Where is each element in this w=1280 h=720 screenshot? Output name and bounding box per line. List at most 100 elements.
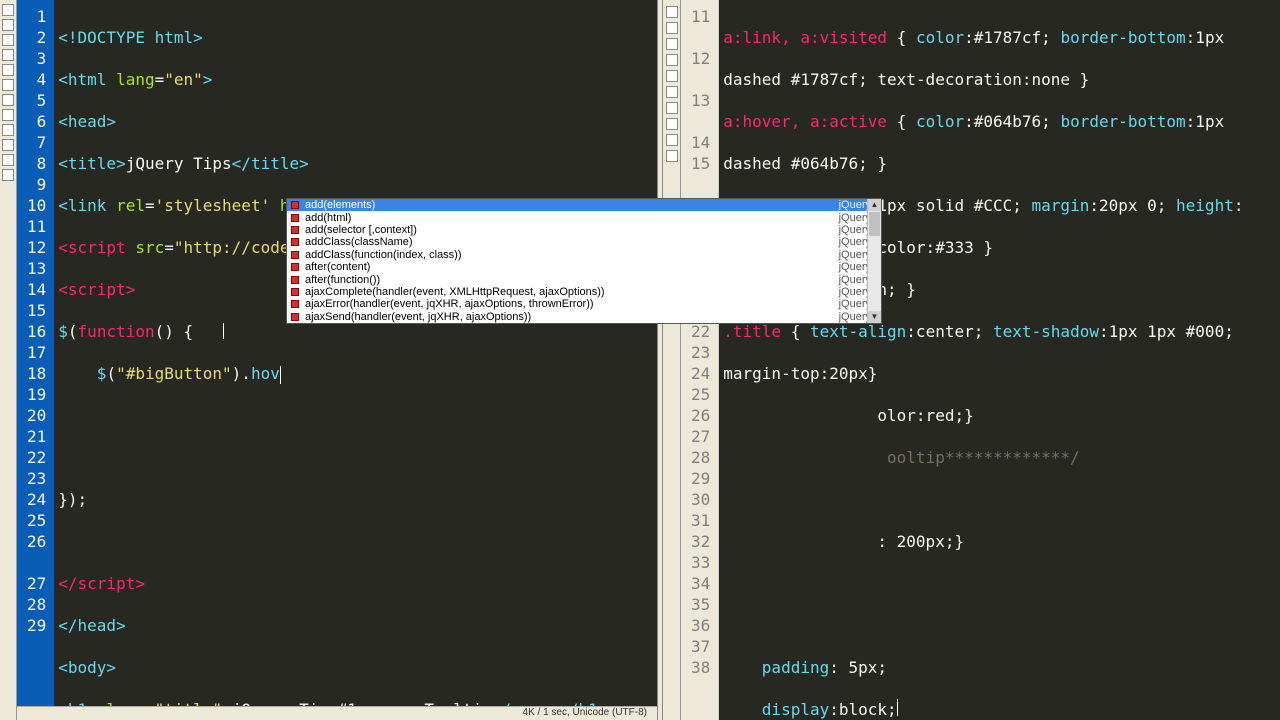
tool-icon[interactable]	[2, 139, 14, 151]
autocomplete-popup[interactable]: ▲ ▼ add(elements)jQueryadd(html)jQueryad…	[286, 198, 882, 324]
autocomplete-scrollbar[interactable]: ▲ ▼	[867, 199, 881, 323]
line-number: 14	[691, 132, 710, 153]
autocomplete-item[interactable]: addClass(className)jQuery	[287, 236, 881, 248]
autocomplete-item[interactable]: add(html)jQuery	[287, 211, 881, 223]
line-number: 12	[691, 48, 710, 69]
tool-icon[interactable]	[2, 49, 14, 61]
code-token: ooltip*************/	[887, 448, 1080, 467]
scroll-thumb[interactable]	[869, 212, 880, 236]
code-token: class	[87, 700, 145, 706]
autocomplete-label: add(elements)	[305, 199, 375, 211]
code-token: function	[78, 322, 155, 341]
tool-icon[interactable]	[666, 134, 678, 146]
line-number: 22	[27, 447, 46, 468]
method-icon	[291, 276, 299, 284]
tool-icon[interactable]	[2, 4, 14, 16]
tool-icon[interactable]	[666, 6, 678, 18]
method-icon	[291, 313, 299, 321]
line-number: 29	[27, 615, 46, 636]
autocomplete-item[interactable]: after(function())jQuery	[287, 273, 881, 285]
tool-icon[interactable]	[666, 118, 678, 130]
code-token: ).	[232, 364, 251, 383]
autocomplete-item[interactable]: ajaxSend(handler(event, jqXHR, ajaxOptio…	[287, 311, 881, 323]
tool-icon[interactable]	[666, 54, 678, 66]
autocomplete-item[interactable]: ajaxComplete(handler(event, XMLHttpReque…	[287, 286, 881, 298]
left-code[interactable]: <!DOCTYPE html> <html lang="en"> <head> …	[54, 0, 657, 706]
autocomplete-item[interactable]: add(selector [,context])jQuery	[287, 224, 881, 236]
code-token: {	[781, 322, 810, 341]
line-number: 28	[27, 594, 46, 615]
line-number: 31	[691, 510, 710, 531]
code-token: :block;	[829, 700, 896, 719]
code-token: </	[58, 574, 77, 593]
code-token: html>	[145, 28, 203, 47]
code-token: :1px solid #CCC;	[868, 196, 1032, 215]
right-code[interactable]: a:link, a:visited { color:#1787cf; borde…	[719, 0, 1280, 720]
tool-icon[interactable]	[2, 64, 14, 76]
code-token: jQuery Tip #1	[232, 700, 367, 706]
tool-icon[interactable]	[2, 19, 14, 31]
tool-icon[interactable]	[666, 22, 678, 34]
tool-icon[interactable]	[2, 94, 14, 106]
autocomplete-label: add(html)	[305, 212, 351, 224]
code-token: lang	[106, 70, 154, 89]
left-gutter: 1234567891011121314151617181920212223242…	[17, 0, 54, 706]
scroll-down-icon[interactable]: ▼	[868, 311, 881, 323]
code-token: <h1	[58, 700, 87, 706]
line-number: 22	[691, 321, 710, 342]
code-token: border-bottom	[1060, 112, 1185, 131]
line-number: 20	[27, 405, 46, 426]
method-icon	[291, 226, 299, 234]
tool-icon[interactable]	[2, 34, 14, 46]
tool-icon[interactable]	[666, 150, 678, 162]
autocomplete-item[interactable]: ajaxError(handler(event, jqXHR, ajaxOpti…	[287, 298, 881, 310]
line-number: 21	[27, 426, 46, 447]
left-editor[interactable]: 1234567891011121314151617181920212223242…	[17, 0, 657, 706]
code-token: "#bigButton"	[116, 364, 232, 383]
code-token: a:link, a:visited	[723, 28, 887, 47]
tool-icon[interactable]	[666, 70, 678, 82]
tool-icon[interactable]	[666, 102, 678, 114]
autocomplete-item[interactable]: after(content)jQuery	[287, 261, 881, 273]
code-token: <!DOCTYPE	[58, 28, 145, 47]
code-token: Tooltip	[424, 700, 491, 706]
line-number: 23	[691, 342, 710, 363]
method-icon	[291, 288, 299, 296]
code-token: :1px	[1186, 28, 1225, 47]
code-token: <script	[58, 238, 125, 257]
code-token: 'stylesheet'	[155, 196, 271, 215]
line-number: 15	[27, 300, 46, 321]
tool-icon[interactable]	[2, 109, 14, 121]
tool-icon[interactable]	[2, 79, 14, 91]
code-token: border-bottom	[1060, 28, 1185, 47]
autocomplete-item[interactable]: addClass(function(index, class))jQuery	[287, 249, 881, 261]
tool-icon[interactable]	[666, 86, 678, 98]
line-number: 1	[27, 6, 46, 27]
code-token	[58, 364, 97, 383]
scroll-up-icon[interactable]: ▲	[868, 199, 881, 211]
line-number: 36	[691, 615, 710, 636]
code-token: :	[1234, 196, 1244, 215]
code-token: <body>	[58, 658, 116, 677]
autocomplete-label: after(content)	[305, 261, 370, 273]
line-number: 32	[691, 531, 710, 552]
code-token: {	[887, 28, 916, 47]
tool-icon[interactable]	[2, 124, 14, 136]
autocomplete-item[interactable]: add(elements)jQuery	[287, 199, 881, 211]
code-token: <head>	[58, 112, 116, 131]
code-token: jQuery Tips	[126, 154, 232, 173]
code-token: =	[164, 238, 174, 257]
code-token: color	[916, 28, 964, 47]
right-editor[interactable]: 1112131415161718192021222324252627282930…	[681, 0, 1280, 720]
text-cursor	[897, 699, 898, 716]
code-token: (	[106, 364, 116, 383]
text-cursor	[280, 366, 281, 384]
tool-icon[interactable]	[666, 38, 678, 50]
line-number: 11	[27, 216, 46, 237]
line-number: 26	[27, 531, 46, 552]
code-token: :1px	[1186, 112, 1225, 131]
line-number: 27	[691, 426, 710, 447]
tool-icon[interactable]	[2, 169, 14, 181]
method-icon	[291, 300, 299, 308]
tool-icon[interactable]	[2, 154, 14, 166]
